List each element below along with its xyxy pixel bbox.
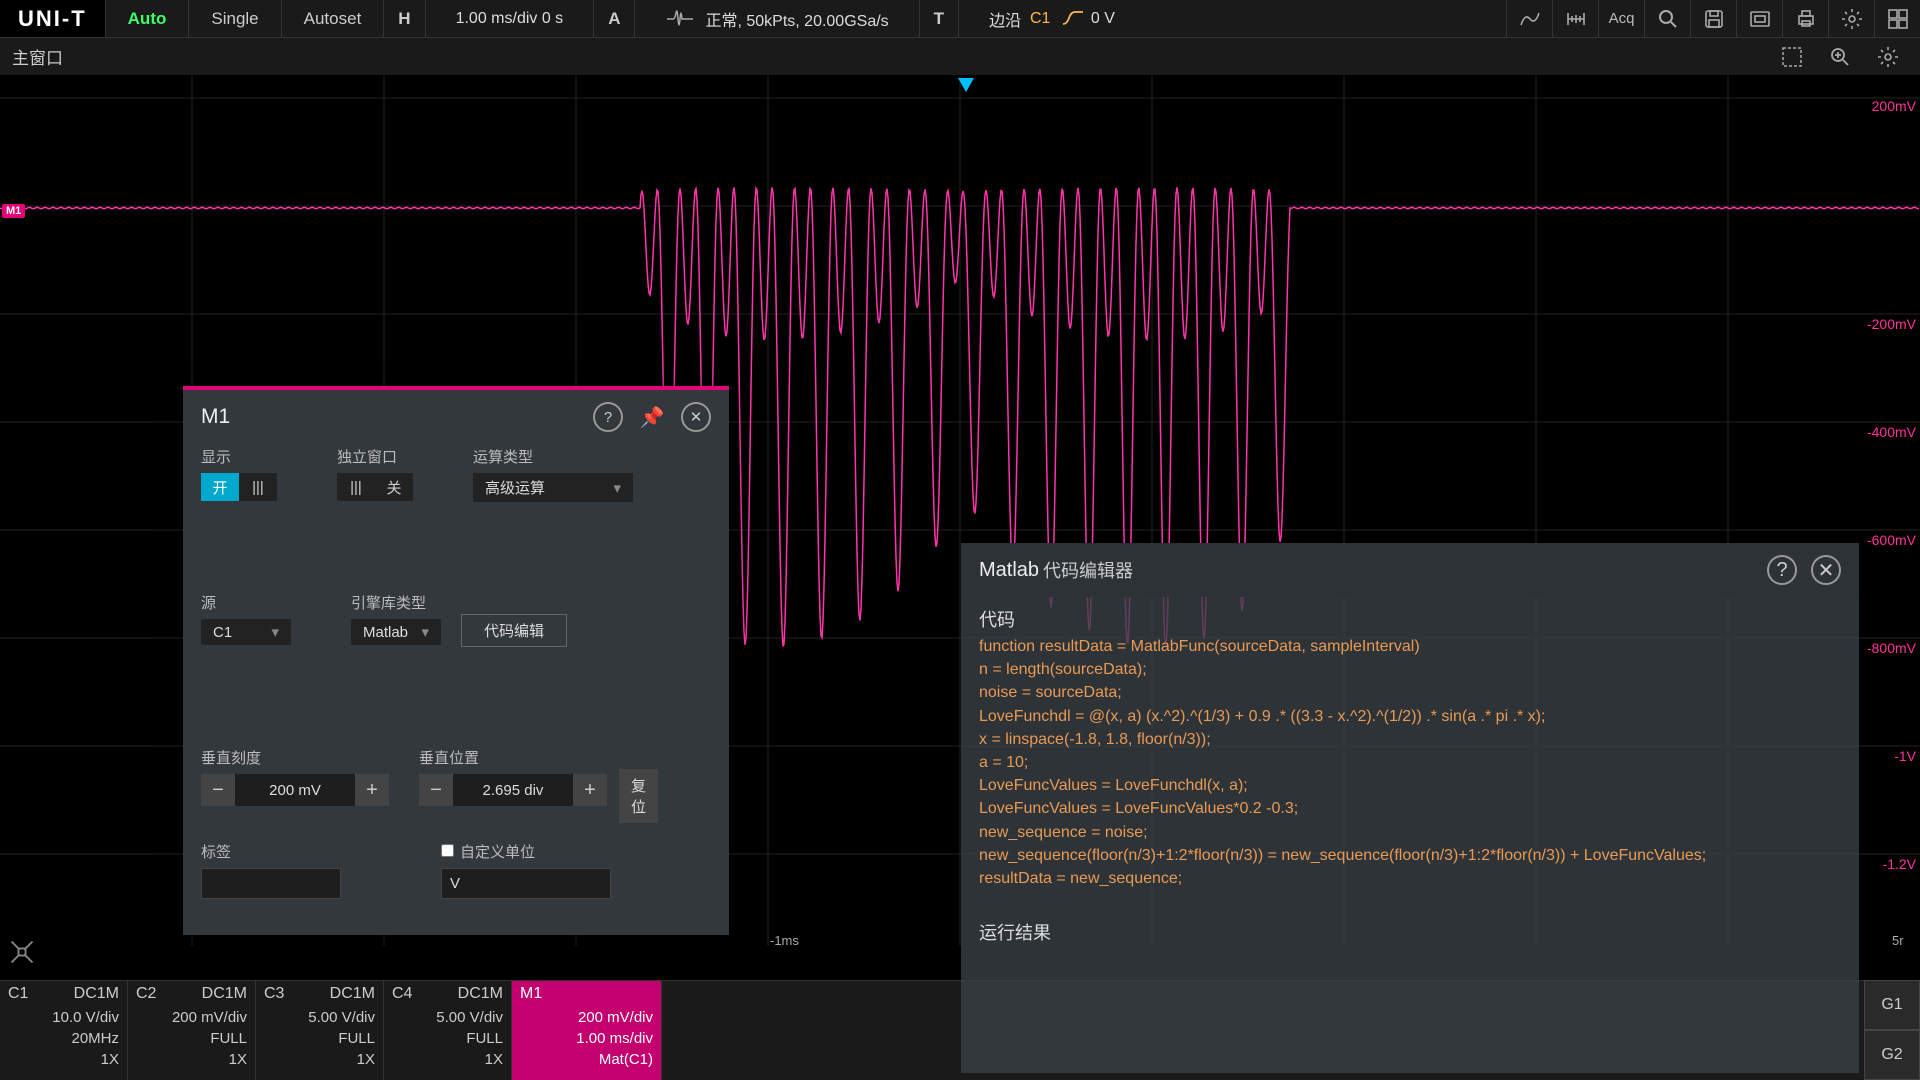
tools-icon[interactable] <box>8 938 36 970</box>
calc-type-dropdown[interactable]: 高级运算 <box>473 473 633 502</box>
engine-dropdown[interactable]: Matlab <box>351 619 441 645</box>
save-icon[interactable] <box>1690 0 1736 37</box>
vscale-label: -1V <box>1894 748 1916 764</box>
custom-unit-label: 自定义单位 <box>460 844 535 861</box>
plus-icon[interactable]: + <box>573 774 607 806</box>
display-label: 显示 <box>201 446 277 467</box>
m1-channel-card[interactable]: M1 200 mV/div 1.00 ms/div Mat(C1) <box>512 981 662 1080</box>
matlab-subtitle: 代码编辑器 <box>1043 557 1133 583</box>
minus-icon[interactable]: − <box>419 774 453 806</box>
matlab-title: Matlab <box>979 559 1039 582</box>
vpos-stepper[interactable]: − + <box>419 774 607 806</box>
trigger-info[interactable]: 边沿 C1 0 V <box>958 0 1145 37</box>
autoset-button[interactable]: Autoset <box>281 0 384 37</box>
acquire-button[interactable]: A <box>593 0 634 37</box>
vscale-label: -1.2V <box>1883 856 1916 872</box>
matlab-editor-dialog: Matlab 代码编辑器 ? ✕ 代码 function resultData … <box>961 543 1859 1073</box>
source-dropdown[interactable]: C1 <box>201 619 291 645</box>
layout-icon[interactable] <box>1874 0 1920 37</box>
popup-window-label: 独立窗口 <box>337 446 413 467</box>
select-area-icon[interactable] <box>1772 42 1812 72</box>
single-button[interactable]: Single <box>188 0 280 37</box>
logo: UNI-T <box>0 0 105 37</box>
horizontal-button[interactable]: H <box>383 0 424 37</box>
vpos-label: 垂直位置 <box>419 747 607 768</box>
channel-card-c1[interactable]: C1DC1M10.0 V/div20MHz1X <box>0 981 128 1080</box>
g2-button[interactable]: G2 <box>1864 1030 1920 1080</box>
g1-button[interactable]: G1 <box>1864 980 1920 1030</box>
close-icon[interactable]: ✕ <box>681 402 711 432</box>
code-section-label: 代码 <box>979 607 1841 633</box>
dialog-title: M1 <box>201 405 230 429</box>
timebase-info[interactable]: 1.00 ms/div 0 s <box>425 0 594 37</box>
time-scale-label: 5r <box>1892 933 1904 948</box>
time-scale-label: -1ms <box>770 933 799 948</box>
custom-unit-checkbox[interactable] <box>441 844 454 857</box>
vscale-label: 200mV <box>1872 98 1916 114</box>
measure-icon[interactable] <box>1552 0 1598 37</box>
m1-channel-marker[interactable]: M1 <box>2 204 25 218</box>
source-label: 源 <box>201 592 291 613</box>
trigger-button[interactable]: T <box>919 0 958 37</box>
auto-button[interactable]: Auto <box>105 0 189 37</box>
vpos-input[interactable] <box>453 774 573 806</box>
trigger-position-marker[interactable] <box>958 78 974 92</box>
vscale-label: -400mV <box>1867 424 1916 440</box>
subheader: 主窗口 <box>0 38 1920 76</box>
vscale-input[interactable] <box>235 774 355 806</box>
screenshot-icon[interactable] <box>1736 0 1782 37</box>
engine-label: 引擎库类型 <box>351 592 441 613</box>
vscale-label: -800mV <box>1867 640 1916 656</box>
result-section-label: 运行结果 <box>979 920 1841 946</box>
acq-button[interactable]: Acq <box>1598 0 1644 37</box>
tag-input[interactable] <box>201 868 341 899</box>
vscale-label: 垂直刻度 <box>201 747 389 768</box>
code-content[interactable]: function resultData = MatlabFunc(sourceD… <box>979 635 1841 890</box>
window-settings-icon[interactable] <box>1868 42 1908 72</box>
vscale-stepper[interactable]: − + <box>201 774 389 806</box>
display-toggle[interactable]: 开||| <box>201 473 277 501</box>
acquire-status: 正常, 50kPts, 20.00GSa/s <box>634 0 918 37</box>
help-icon[interactable]: ? <box>1767 555 1797 585</box>
close-icon[interactable]: ✕ <box>1811 555 1841 585</box>
vscale-label: -600mV <box>1867 532 1916 548</box>
unit-input[interactable] <box>441 868 611 899</box>
settings-icon[interactable] <box>1828 0 1874 37</box>
popup-window-toggle[interactable]: |||关 <box>337 473 413 501</box>
search-icon[interactable] <box>1644 0 1690 37</box>
calc-type-label: 运算类型 <box>473 446 633 467</box>
tag-label: 标签 <box>201 841 341 862</box>
vscale-label: -200mV <box>1867 316 1916 332</box>
cursor-icon[interactable] <box>1506 0 1552 37</box>
channel-card-c3[interactable]: C3DC1M5.00 V/divFULL1X <box>256 981 384 1080</box>
reset-button[interactable]: 复位 <box>619 769 658 823</box>
zoom-in-icon[interactable] <box>1820 42 1860 72</box>
m1-settings-dialog: M1 ? 📌 ✕ 显示 开||| 独立窗口 |||关 运算类型 高级运算 <box>183 386 729 935</box>
channel-card-c4[interactable]: C4DC1M5.00 V/divFULL1X <box>384 981 512 1080</box>
pin-icon[interactable]: 📌 <box>637 402 667 432</box>
code-edit-button[interactable]: 代码编辑 <box>461 614 567 647</box>
top-toolbar: UNI-T Auto Single Autoset H 1.00 ms/div … <box>0 0 1920 38</box>
channel-card-c2[interactable]: C2DC1M200 mV/divFULL1X <box>128 981 256 1080</box>
help-icon[interactable]: ? <box>593 402 623 432</box>
plus-icon[interactable]: + <box>355 774 389 806</box>
window-title: 主窗口 <box>12 44 63 69</box>
print-icon[interactable] <box>1782 0 1828 37</box>
minus-icon[interactable]: − <box>201 774 235 806</box>
